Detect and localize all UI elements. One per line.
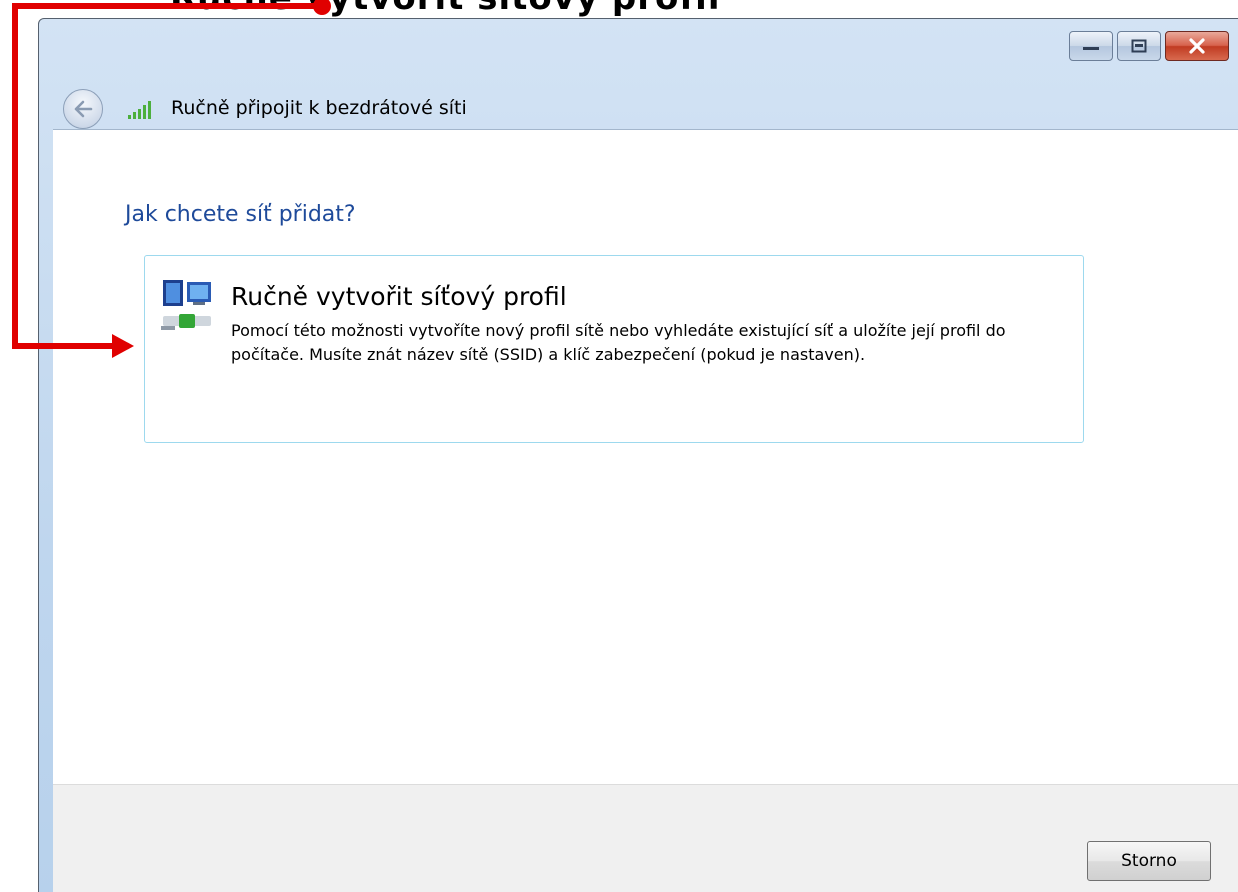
minimize-button[interactable] (1069, 31, 1113, 61)
option-title: Ručně vytvořit síťový profil (231, 282, 567, 311)
option-description: Pomocí této možnosti vytvoříte nový prof… (231, 321, 1006, 364)
cancel-button[interactable]: Storno (1087, 841, 1211, 881)
minimize-icon (1083, 47, 1099, 50)
maximize-icon (1131, 39, 1147, 53)
window-controls (1069, 31, 1229, 61)
wizard-window: Ručně připojit k bezdrátové síti Jak chc… (38, 18, 1238, 892)
screenshot: Ručně vytvořit síťový profil (0, 0, 1238, 892)
wizard-footer: Storno (53, 784, 1238, 892)
arrow-left-icon (74, 100, 93, 118)
network-profile-icon (161, 280, 211, 330)
window-title: Ručně připojit k bezdrátové síti (171, 97, 467, 119)
maximize-button[interactable] (1117, 31, 1161, 61)
wizard-content: Jak chcete síť přidat? Ručně vytvořit sí… (53, 129, 1238, 784)
close-icon (1189, 38, 1205, 54)
wireless-signal-icon (128, 101, 151, 119)
back-button[interactable] (63, 89, 103, 129)
manual-profile-option[interactable]: Ručně vytvořit síťový profil Pomocí této… (144, 255, 1084, 443)
close-button[interactable] (1165, 31, 1229, 61)
top-caption: Ručně vytvořit síťový profil (170, 0, 720, 18)
page-heading: Jak chcete síť přidat? (125, 202, 356, 227)
